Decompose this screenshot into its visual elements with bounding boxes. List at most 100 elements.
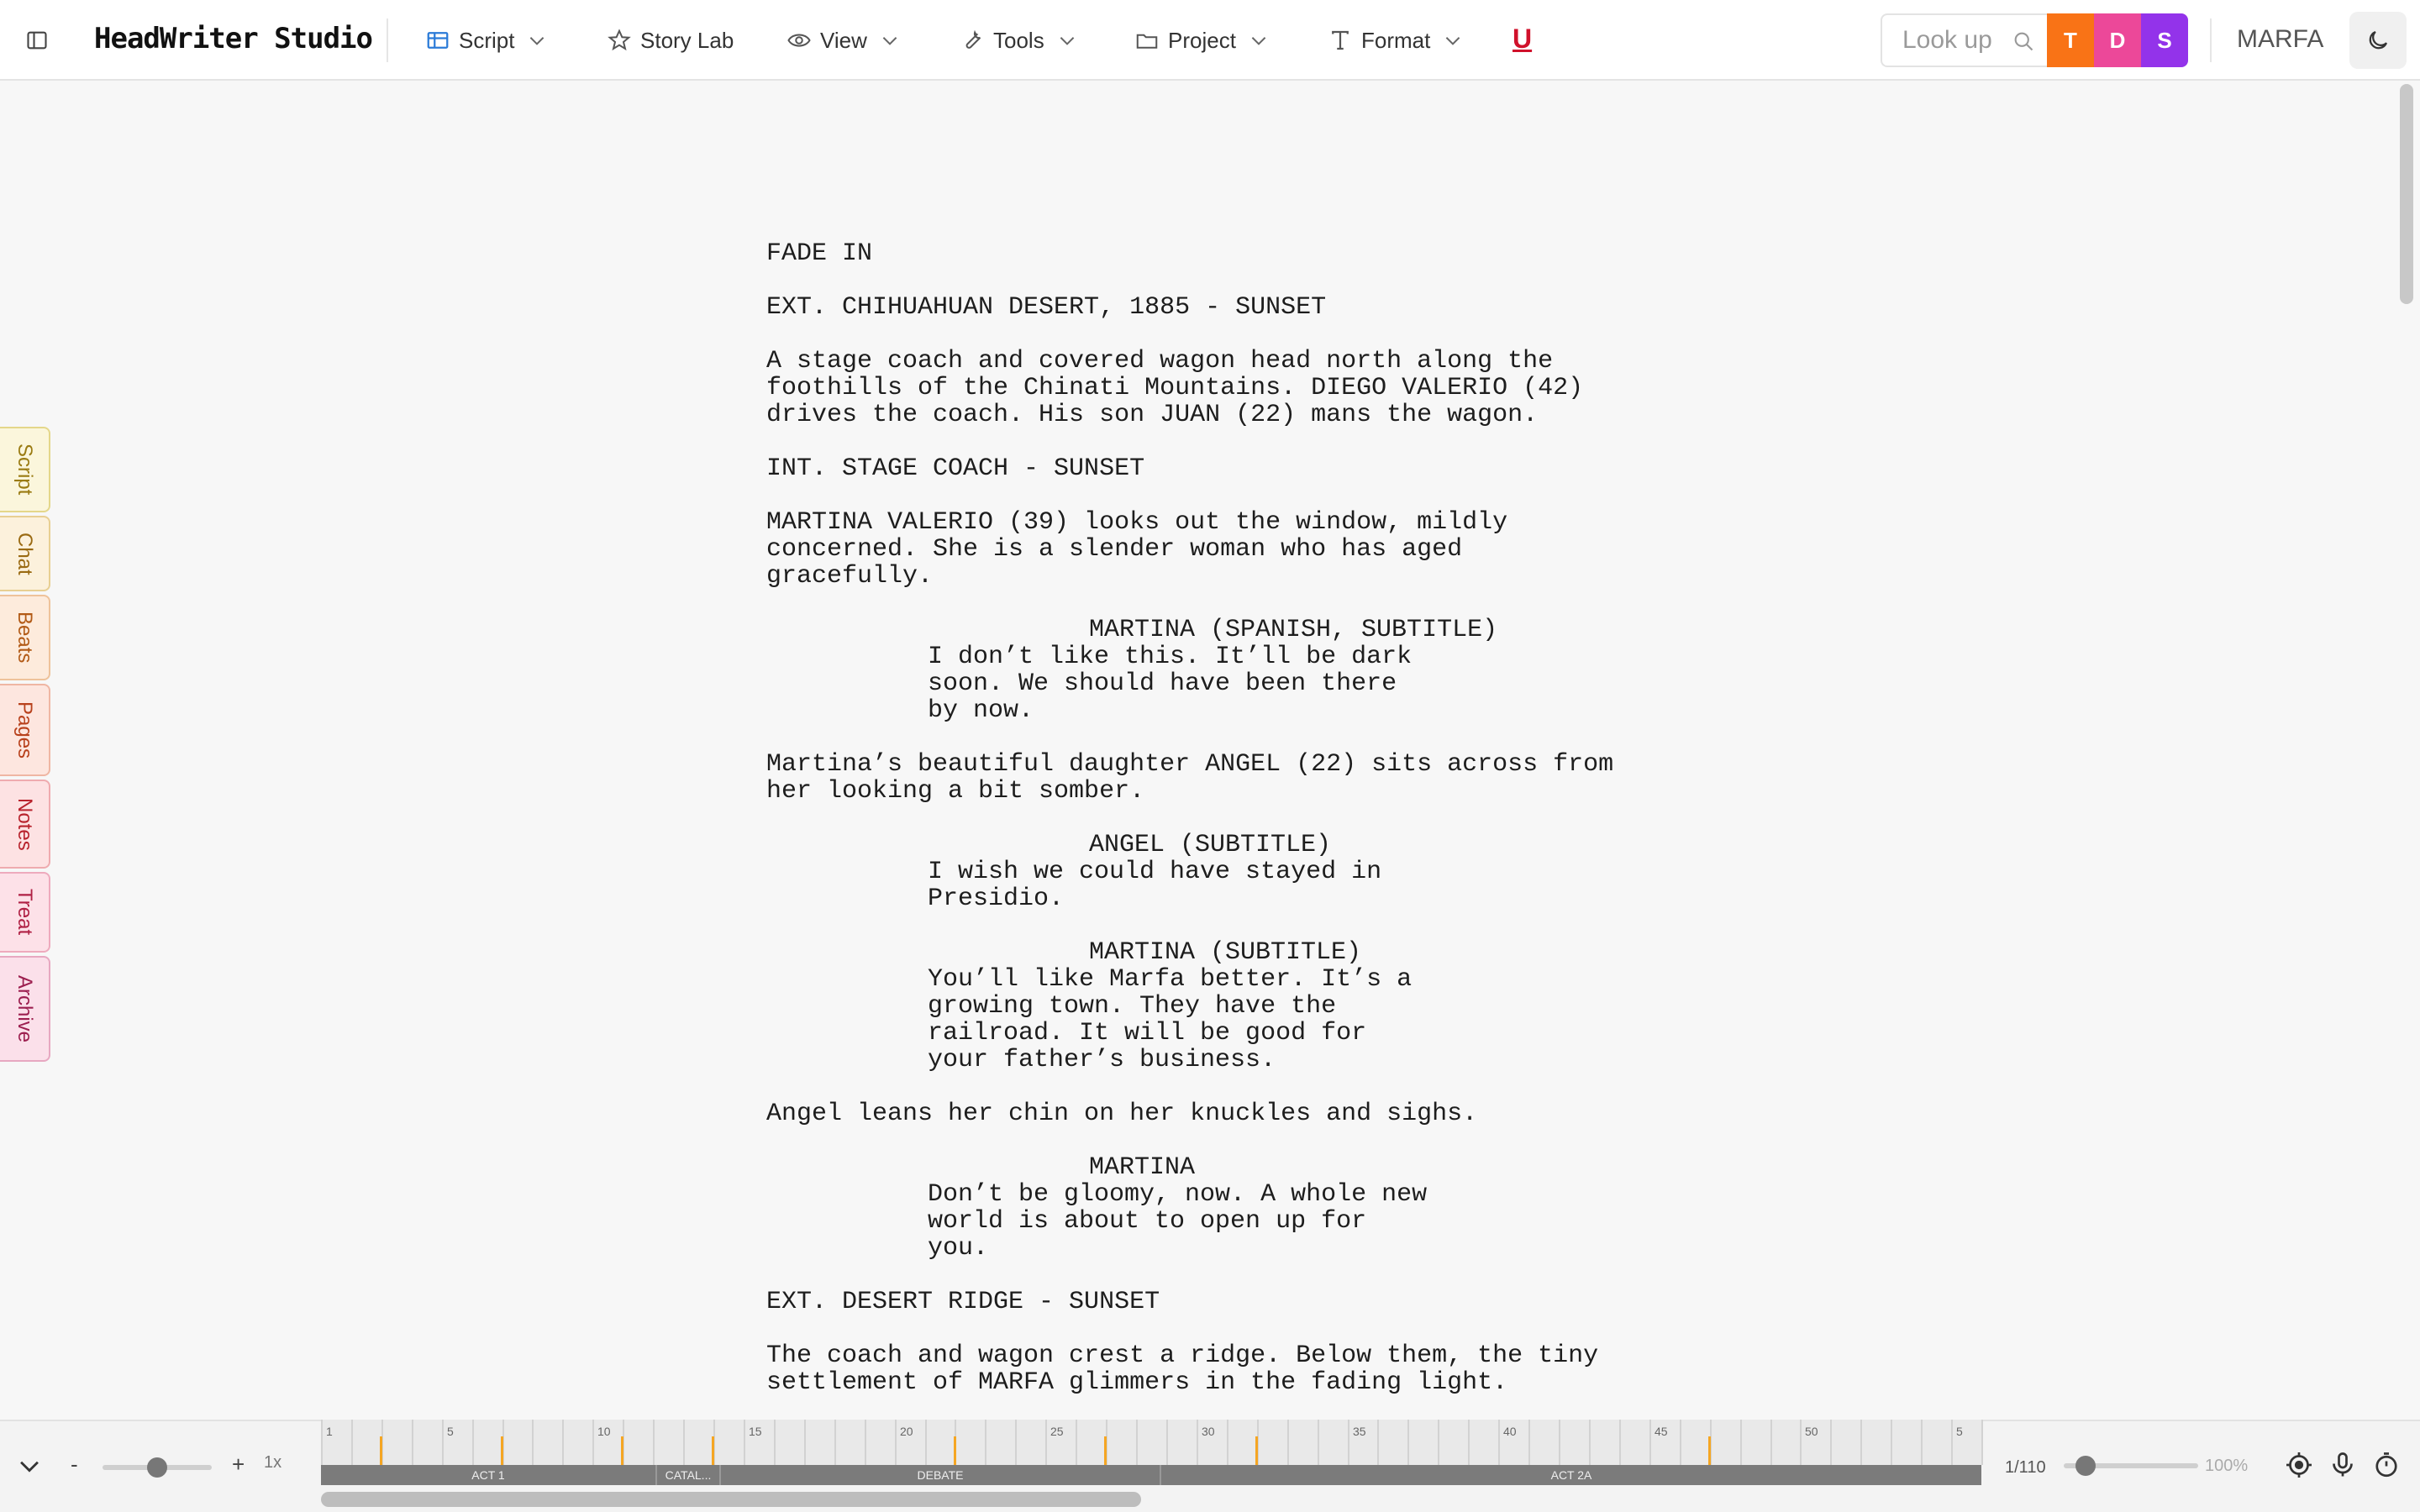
- page-timeline[interactable]: 1 5 10 15 20 25 30 35 40 45 50 5 ACT 1 CATAL... DEB…: [321, 1420, 1983, 1492]
- timeline-tick: [1589, 1420, 1591, 1465]
- dark-mode-toggle[interactable]: [2349, 12, 2407, 69]
- beat-marker[interactable]: [1104, 1436, 1107, 1465]
- zoom-in-button[interactable]: +: [232, 1452, 245, 1478]
- action-line[interactable]: MARTINA VALERIO (39) looks out the windo…: [766, 509, 1775, 590]
- slider-knob[interactable]: [2075, 1456, 2096, 1476]
- chevron-down-icon: [526, 29, 548, 51]
- table-icon: [425, 28, 450, 53]
- scene-heading[interactable]: EXT. CHIHUAHUAN DESERT, 1885 - SUNSET: [766, 294, 1775, 321]
- divider: [387, 18, 388, 62]
- action-line[interactable]: Angel leans her chin on her knuckles and…: [766, 1100, 1775, 1127]
- timeline-zoom-slider[interactable]: [103, 1457, 212, 1478]
- side-tab-treat[interactable]: Treat: [0, 872, 50, 953]
- action-line[interactable]: The coach and wagon crest a ridge. Below…: [766, 1342, 1775, 1396]
- mode-d-button[interactable]: D: [2094, 13, 2141, 67]
- timeline-tick: [472, 1420, 474, 1465]
- side-tab-beats[interactable]: Beats: [0, 595, 50, 680]
- moon-icon: [2369, 30, 2388, 50]
- zoom-out-button[interactable]: -: [71, 1452, 78, 1478]
- page-zoom-slider[interactable]: [2064, 1456, 2198, 1476]
- menu-story-lab[interactable]: Story Lab: [607, 20, 734, 60]
- act-segment[interactable]: CATAL...: [657, 1465, 721, 1485]
- zoom-multiplier: 1x: [264, 1453, 282, 1472]
- menu-label: Format: [1361, 27, 1431, 53]
- character-cue[interactable]: MARTINA (SUBTITLE): [766, 939, 1775, 966]
- underline-button[interactable]: U: [1512, 24, 1532, 55]
- script-editor[interactable]: FADE IN EXT. CHIHUAHUAN DESERT, 1885 - S…: [766, 240, 1775, 1423]
- timeline-tick: [1045, 1420, 1047, 1465]
- timeline-page-number: 15: [749, 1425, 762, 1438]
- slider-knob[interactable]: [147, 1457, 167, 1478]
- side-tab-label: Archive: [13, 974, 36, 1043]
- timeline-tick: [592, 1420, 594, 1465]
- lookup-field[interactable]: [1881, 13, 2047, 67]
- timeline-tick: [1015, 1420, 1017, 1465]
- lookup-input[interactable]: [1902, 26, 2020, 55]
- timeline-tick: [1951, 1420, 1953, 1465]
- mode-s-button[interactable]: S: [2141, 13, 2188, 67]
- menu-project[interactable]: Project: [1134, 20, 1270, 60]
- timeline-tick: [985, 1420, 986, 1465]
- character-cue[interactable]: MARTINA (SPANISH, SUBTITLE): [766, 617, 1775, 643]
- menu-script[interactable]: Script: [425, 20, 548, 60]
- timeline-page-number: 25: [1050, 1425, 1064, 1438]
- mode-t-button[interactable]: T: [2047, 13, 2094, 67]
- menu-label: View: [820, 27, 867, 53]
- search-icon[interactable]: [2012, 29, 2035, 53]
- character-cue[interactable]: ANGEL (SUBTITLE): [766, 832, 1775, 858]
- character-cue[interactable]: MARTINA: [766, 1154, 1775, 1181]
- side-tab-pages[interactable]: Pages: [0, 684, 50, 776]
- beat-marker[interactable]: [380, 1436, 382, 1465]
- vertical-scrollbar[interactable]: [2395, 81, 2418, 1420]
- page-zoom-level: 100%: [2205, 1457, 2249, 1475]
- beat-marker[interactable]: [1708, 1436, 1711, 1465]
- side-tab-script[interactable]: Script: [0, 427, 50, 512]
- dialogue-line[interactable]: I wish we could have stayed in Presidio.: [766, 858, 1775, 912]
- timeline-tick: [532, 1420, 534, 1465]
- scene-heading[interactable]: EXT. DESERT RIDGE - SUNSET: [766, 1289, 1775, 1315]
- menu-label: Project: [1168, 27, 1236, 53]
- horizontal-scrollbar-thumb[interactable]: [321, 1492, 1141, 1507]
- timeline-tick: [1498, 1420, 1500, 1465]
- act-strip: ACT 1 CATAL... DEBATE ACT 2A: [321, 1465, 1981, 1485]
- transition-line[interactable]: FADE IN: [766, 240, 1775, 267]
- side-tab-label: Script: [13, 444, 36, 496]
- side-tab-chat[interactable]: Chat: [0, 516, 50, 591]
- action-line[interactable]: A stage coach and covered wagon head nor…: [766, 348, 1775, 428]
- act-segment[interactable]: DEBATE: [721, 1465, 1161, 1485]
- beat-marker[interactable]: [712, 1436, 714, 1465]
- timer-icon[interactable]: [2371, 1450, 2402, 1480]
- chevron-down-icon[interactable]: [15, 1452, 44, 1480]
- menu-tools[interactable]: Tools: [960, 20, 1078, 60]
- star-icon: [607, 28, 632, 53]
- side-tab-label: Treat: [13, 889, 36, 936]
- timeline-tick: [1076, 1420, 1077, 1465]
- side-tab-label: Chat: [13, 532, 36, 575]
- side-tab-archive[interactable]: Archive: [0, 956, 50, 1062]
- dialogue-line[interactable]: I don’t like this. It’ll be dark soon. W…: [766, 643, 1775, 724]
- beat-marker[interactable]: [954, 1436, 956, 1465]
- menu-view[interactable]: View: [786, 20, 901, 60]
- beat-marker[interactable]: [501, 1436, 503, 1465]
- target-icon[interactable]: [2284, 1450, 2314, 1480]
- scrollbar-thumb[interactable]: [2400, 84, 2413, 304]
- dialogue-line[interactable]: Don’t be gloomy, now. A whole new world …: [766, 1181, 1775, 1262]
- chevron-down-icon: [879, 29, 901, 51]
- side-tab-label: Beats: [13, 612, 36, 664]
- act-segment[interactable]: ACT 1: [321, 1465, 657, 1485]
- action-line[interactable]: Martina’s beautiful daughter ANGEL (22) …: [766, 751, 1775, 805]
- dialogue-line[interactable]: You’ll like Marfa better. It’s a growing…: [766, 966, 1775, 1074]
- act-segment[interactable]: ACT 2A: [1161, 1465, 1981, 1485]
- timeline-tick: [1830, 1420, 1832, 1465]
- side-tab-notes[interactable]: Notes: [0, 780, 50, 869]
- timeline-ticks[interactable]: 1 5 10 15 20 25 30 35 40 45 50 5: [321, 1420, 1983, 1465]
- timeline-tick: [1438, 1420, 1439, 1465]
- timeline-tick: [1680, 1420, 1681, 1465]
- menu-format[interactable]: Format: [1328, 20, 1464, 60]
- microphone-icon[interactable]: [2328, 1450, 2358, 1480]
- scene-heading[interactable]: INT. STAGE COACH - SUNSET: [766, 455, 1775, 482]
- page-counter: 1/110: [2005, 1458, 2046, 1477]
- beat-marker[interactable]: [621, 1436, 623, 1465]
- beat-marker[interactable]: [1255, 1436, 1258, 1465]
- sidebar-toggle-icon[interactable]: [18, 24, 55, 57]
